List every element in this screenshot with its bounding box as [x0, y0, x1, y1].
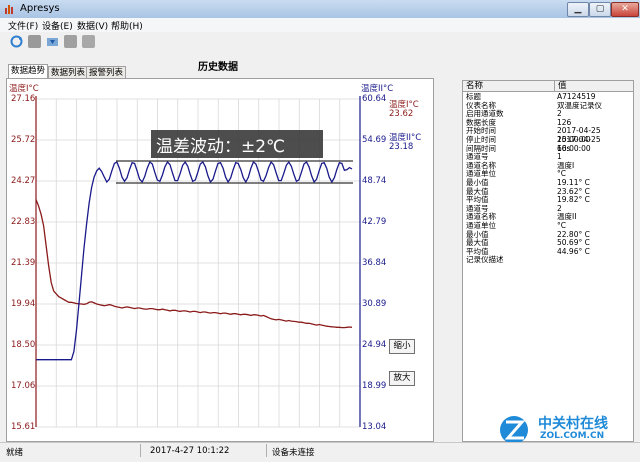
property-value: 44.96° C: [557, 246, 590, 256]
status-divider: [266, 444, 267, 457]
property-value: 双温度记录仪: [557, 100, 602, 110]
watermark-brand: 中关村在线: [538, 416, 608, 432]
property-row[interactable]: 记录仪描述: [463, 256, 633, 265]
zoom-in-button[interactable]: 放大: [389, 371, 415, 386]
properties-panel: 名称 值 标题 A7124519 仪表名称 双温度记录仪 启用通道数 2 数据长度 126 开始…: [462, 80, 634, 442]
status-device: 设备未连接: [272, 448, 315, 458]
status-bar: [0, 442, 640, 462]
status-ready: 就绪: [6, 448, 24, 458]
properties-header-value: 值: [555, 81, 633, 92]
property-name: 记录仪描述: [466, 255, 504, 265]
series-line-temp1: [35, 199, 353, 329]
zol-logo-icon: [500, 416, 528, 444]
annotation-text: 温差波动：±2℃: [156, 137, 286, 157]
series-line-temp2: [36, 160, 353, 361]
zoom-out-button[interactable]: 缩小: [389, 339, 415, 354]
properties-header-name: 名称: [463, 81, 555, 92]
current-value-temp1: 23.62: [389, 109, 414, 119]
watermark-site: ZOL.COM.CN: [540, 431, 605, 441]
current-value-temp2: 23.18: [389, 142, 414, 152]
status-divider: [140, 444, 141, 457]
status-datetime: 2017-4-27 10:1:22: [150, 446, 230, 456]
